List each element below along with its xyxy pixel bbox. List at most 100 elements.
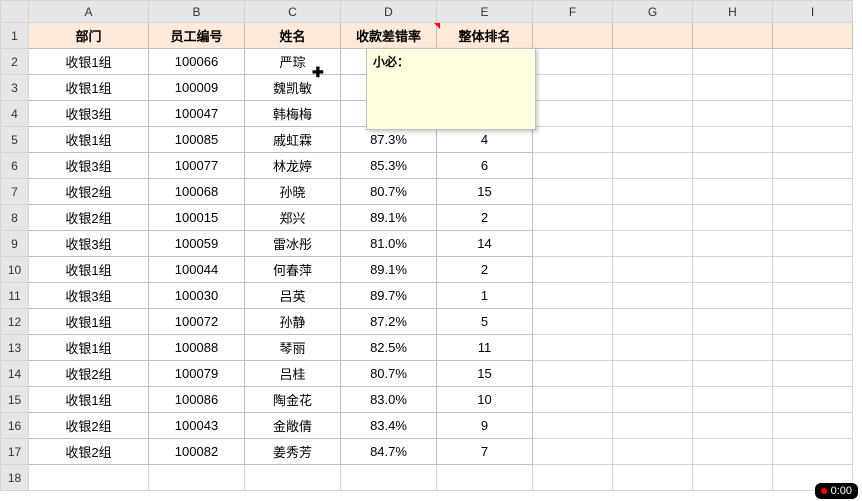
cell-rank[interactable]: 7 (437, 439, 533, 465)
row-header-17[interactable]: 17 (1, 439, 29, 465)
cell[interactable] (613, 153, 693, 179)
cell[interactable] (533, 309, 613, 335)
cell-dept[interactable]: 收银1组 (29, 75, 149, 101)
cell[interactable] (533, 413, 613, 439)
cell[interactable] (773, 101, 853, 127)
cell-dept[interactable]: 收银1组 (29, 49, 149, 75)
cell[interactable] (693, 205, 773, 231)
cell[interactable] (613, 49, 693, 75)
cell-dept[interactable]: 收银3组 (29, 231, 149, 257)
cell[interactable] (533, 257, 613, 283)
cell-id[interactable]: 100043 (149, 413, 245, 439)
col-header-D[interactable]: D (341, 1, 437, 23)
col-header-C[interactable]: C (245, 1, 341, 23)
cell-name[interactable]: 严琮 (245, 49, 341, 75)
row-header-11[interactable]: 11 (1, 283, 29, 309)
cell-name[interactable]: 戚虹霖 (245, 127, 341, 153)
cell[interactable] (533, 231, 613, 257)
cell[interactable] (773, 231, 853, 257)
cell-id[interactable]: 100072 (149, 309, 245, 335)
cell[interactable] (533, 127, 613, 153)
cell[interactable] (773, 49, 853, 75)
cell[interactable] (533, 101, 613, 127)
col-header-A[interactable]: A (29, 1, 149, 23)
cell-id[interactable]: 100047 (149, 101, 245, 127)
cell[interactable] (533, 179, 613, 205)
cell[interactable] (533, 361, 613, 387)
cell-dept[interactable]: 收银1组 (29, 335, 149, 361)
cell-rate[interactable]: 84.7% (341, 439, 437, 465)
cell-name[interactable]: 吕桂 (245, 361, 341, 387)
cell[interactable] (693, 23, 773, 49)
cell-dept[interactable]: 收银2组 (29, 179, 149, 205)
cell-rate[interactable]: 80.7% (341, 361, 437, 387)
cell-id[interactable]: 100009 (149, 75, 245, 101)
cell-id[interactable]: 100044 (149, 257, 245, 283)
cell[interactable] (613, 361, 693, 387)
cell-name[interactable]: 雷冰彤 (245, 231, 341, 257)
cell-rank[interactable]: 4 (437, 127, 533, 153)
cell-rank[interactable]: 1 (437, 283, 533, 309)
cell[interactable] (613, 439, 693, 465)
cell-rate[interactable]: 83.4% (341, 413, 437, 439)
cell[interactable] (693, 283, 773, 309)
cell-name[interactable]: 孙晓 (245, 179, 341, 205)
header-cell-name[interactable]: 姓名 (245, 23, 341, 49)
cell[interactable] (613, 335, 693, 361)
cell[interactable] (693, 75, 773, 101)
cell-rate[interactable]: 82.5% (341, 335, 437, 361)
cell[interactable] (533, 465, 613, 491)
cell[interactable] (613, 75, 693, 101)
cell-id[interactable]: 100088 (149, 335, 245, 361)
cell-id[interactable]: 100077 (149, 153, 245, 179)
cell-name[interactable]: 琴丽 (245, 335, 341, 361)
cell-name[interactable]: 陶金花 (245, 387, 341, 413)
cell[interactable] (773, 205, 853, 231)
row-header-9[interactable]: 9 (1, 231, 29, 257)
cell[interactable] (773, 23, 853, 49)
cell-rank[interactable]: 10 (437, 387, 533, 413)
row-header-6[interactable]: 6 (1, 153, 29, 179)
row-header-2[interactable]: 2 (1, 49, 29, 75)
row-header-15[interactable]: 15 (1, 387, 29, 413)
cell-id[interactable]: 100082 (149, 439, 245, 465)
cell-name[interactable]: 韩梅梅 (245, 101, 341, 127)
cell[interactable] (613, 283, 693, 309)
cell[interactable] (613, 179, 693, 205)
col-header-I[interactable]: I (773, 1, 853, 23)
cell-rate[interactable]: 83.0% (341, 387, 437, 413)
cell-dept[interactable]: 收银2组 (29, 205, 149, 231)
cell[interactable] (693, 309, 773, 335)
cell[interactable] (29, 465, 149, 491)
cell-rate[interactable]: 89.1% (341, 257, 437, 283)
cell-name[interactable]: 魏凯敏 (245, 75, 341, 101)
cell-rank[interactable]: 9 (437, 413, 533, 439)
cell-rank[interactable]: 2 (437, 257, 533, 283)
cell[interactable] (773, 257, 853, 283)
col-header-B[interactable]: B (149, 1, 245, 23)
cell-id[interactable]: 100079 (149, 361, 245, 387)
cell[interactable] (693, 231, 773, 257)
cell-rate[interactable]: 89.7% (341, 283, 437, 309)
cell-id[interactable]: 100085 (149, 127, 245, 153)
cell[interactable] (693, 465, 773, 491)
row-header-7[interactable]: 7 (1, 179, 29, 205)
cell-rank[interactable]: 5 (437, 309, 533, 335)
header-cell-dept[interactable]: 部门 (29, 23, 149, 49)
cell-rank[interactable]: 6 (437, 153, 533, 179)
cell-id[interactable]: 100030 (149, 283, 245, 309)
cell[interactable] (773, 75, 853, 101)
cell-rate[interactable]: 87.2% (341, 309, 437, 335)
select-all-corner[interactable] (1, 1, 29, 23)
cell[interactable] (613, 413, 693, 439)
cell-rate[interactable]: 80.7% (341, 179, 437, 205)
cell[interactable] (613, 205, 693, 231)
cell[interactable] (613, 465, 693, 491)
cell[interactable] (533, 49, 613, 75)
cell[interactable] (437, 465, 533, 491)
header-cell-id[interactable]: 员工编号 (149, 23, 245, 49)
cell[interactable] (773, 439, 853, 465)
cell[interactable] (773, 309, 853, 335)
cell-id[interactable]: 100086 (149, 387, 245, 413)
cell[interactable] (533, 335, 613, 361)
